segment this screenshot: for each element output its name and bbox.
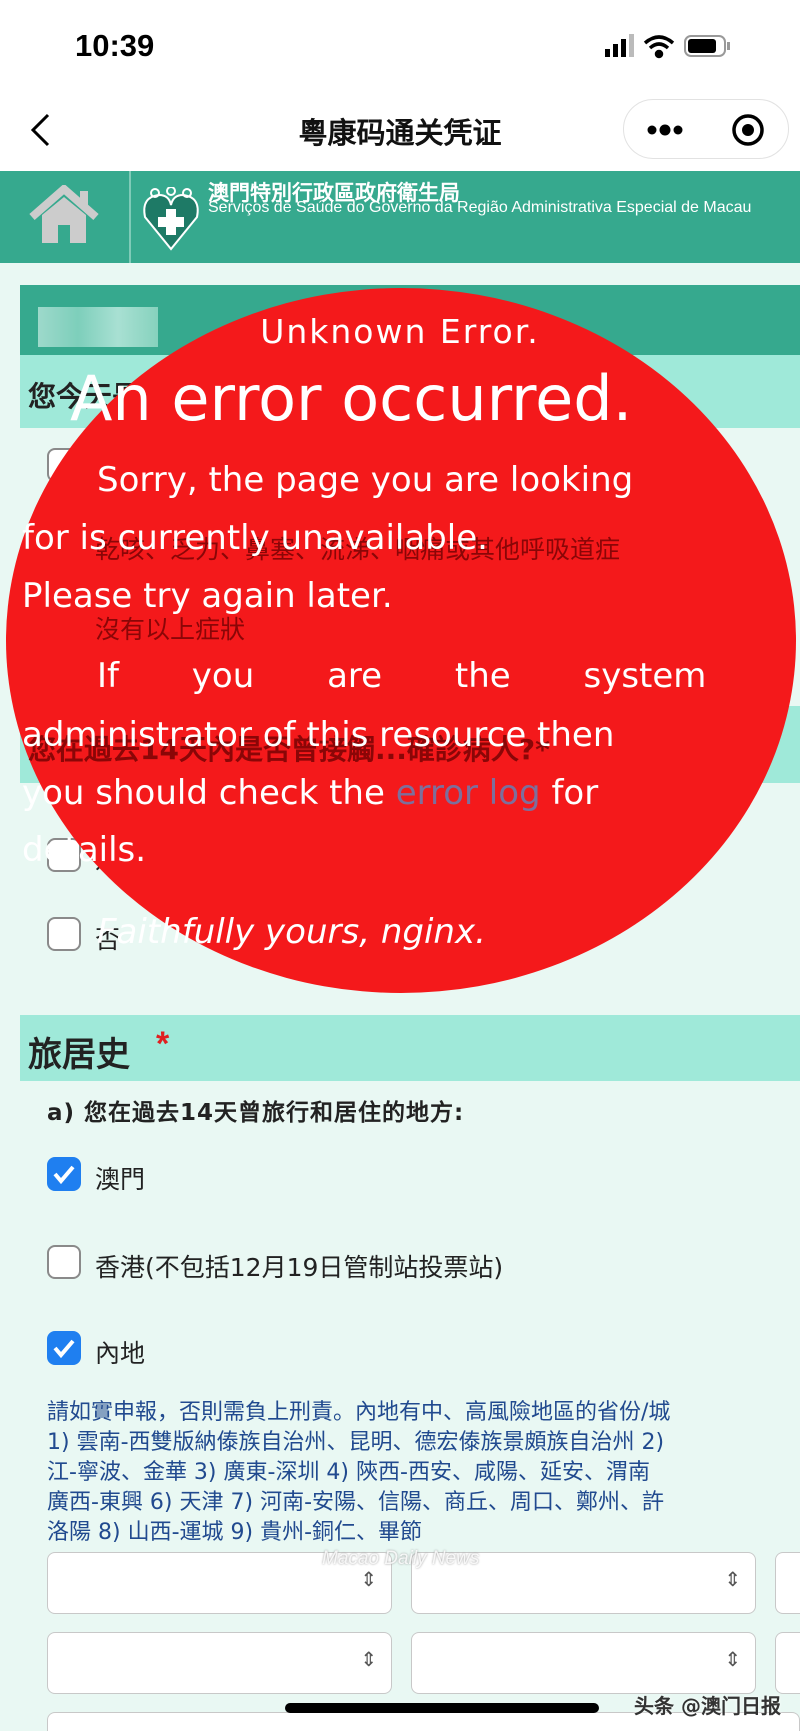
updown-chevron-icon: ⇕ <box>724 1647 741 1671</box>
option-label: 香港(不包括12月19日管制站投票站) <box>95 1253 504 1282</box>
option-label: 內地 <box>95 1339 146 1368</box>
target-circle-icon[interactable] <box>731 113 765 147</box>
watermark-news: Macao Daily News <box>322 1548 480 1569</box>
error-log-link[interactable]: error log <box>396 773 541 813</box>
error-text: you should check the error log for <box>22 773 598 813</box>
notice-line: 1) 雲南-西雙版納傣族自治州、昆明、德宏傣族景頗族自治州 2) <box>47 1430 665 1455</box>
option-label: 澳門 <box>95 1165 146 1194</box>
site-header: 澳門特別行政區政府衛生局 Serviços de Saúde do Govern… <box>0 171 800 263</box>
status-time: 10:39 <box>75 28 155 63</box>
more-dots-icon[interactable] <box>646 120 686 140</box>
travel-question: a) 您在過去14天曾旅行和居住的地方: <box>47 1100 465 1126</box>
mini-program-capsule <box>623 99 789 159</box>
travel-section-header: 旅居史 * <box>20 1015 800 1081</box>
checkmark-icon <box>53 1165 75 1185</box>
battery-icon <box>684 35 730 57</box>
nav-bar: 粵康码通关凭证 <box>0 90 800 171</box>
error-text: administrator of this resource then <box>22 715 615 755</box>
home-button[interactable] <box>0 171 131 263</box>
updown-chevron-icon: ⇕ <box>360 1647 377 1671</box>
error-text: Please try again later. <box>22 576 393 616</box>
error-text: for is currently unavailable. <box>22 518 488 558</box>
checkbox-macau[interactable] <box>47 1157 81 1191</box>
error-text-part: for <box>540 773 599 813</box>
section-title: 旅居史 <box>28 1035 130 1075</box>
org-name-pt: Serviços de Saúde do Governo da Região A… <box>208 199 752 216</box>
region-select[interactable] <box>775 1552 800 1614</box>
error-text-part: you should check the <box>22 773 396 813</box>
health-bureau-logo <box>143 187 199 251</box>
checkbox-no[interactable] <box>47 917 81 951</box>
checkmark-icon <box>53 1339 75 1359</box>
checkbox-hongkong[interactable] <box>47 1245 81 1279</box>
error-heading: An error occurred. <box>70 362 633 435</box>
notice-line: 請如實申報，否則需負上刑責。內地有中、高風險地區的省份/城 <box>47 1400 671 1425</box>
error-text: details. <box>22 830 147 870</box>
home-icon <box>29 185 99 243</box>
error-signature: Faithfully yours, nginx. <box>97 912 486 952</box>
checkbox-mainland[interactable] <box>47 1331 81 1365</box>
notice-line: 江-寧波、金華 3) 廣東-深圳 4) 陝西-西安、咸陽、延安、渭南 <box>47 1460 650 1485</box>
home-indicator <box>285 1703 599 1713</box>
notice-line: 廣西-東興 6) 天津 7) 河南-安陽、信陽、商丘、周口、鄭州、許 <box>47 1490 665 1515</box>
signal-icon <box>605 34 634 57</box>
error-text: If you are the system <box>97 656 707 696</box>
status-bar: 10:39 <box>0 0 800 90</box>
region-select[interactable]: ⇕ <box>47 1632 392 1694</box>
region-select[interactable] <box>775 1632 800 1694</box>
watermark-toutiao: 头条 @澳门日报 <box>634 1694 781 1718</box>
updown-chevron-icon: ⇕ <box>360 1567 377 1591</box>
region-select[interactable]: ⇕ <box>411 1632 756 1694</box>
error-text: Sorry, the page you are looking <box>97 460 634 500</box>
status-icons <box>605 34 730 59</box>
error-title: Unknown Error. <box>260 312 540 351</box>
notice-line: 洛陽 8) 山西-運城 9) 貴州-銅仁、畢節 <box>47 1520 423 1545</box>
wifi-icon <box>643 35 675 59</box>
updown-chevron-icon: ⇕ <box>724 1567 741 1591</box>
required-mark: * <box>156 1025 170 1063</box>
